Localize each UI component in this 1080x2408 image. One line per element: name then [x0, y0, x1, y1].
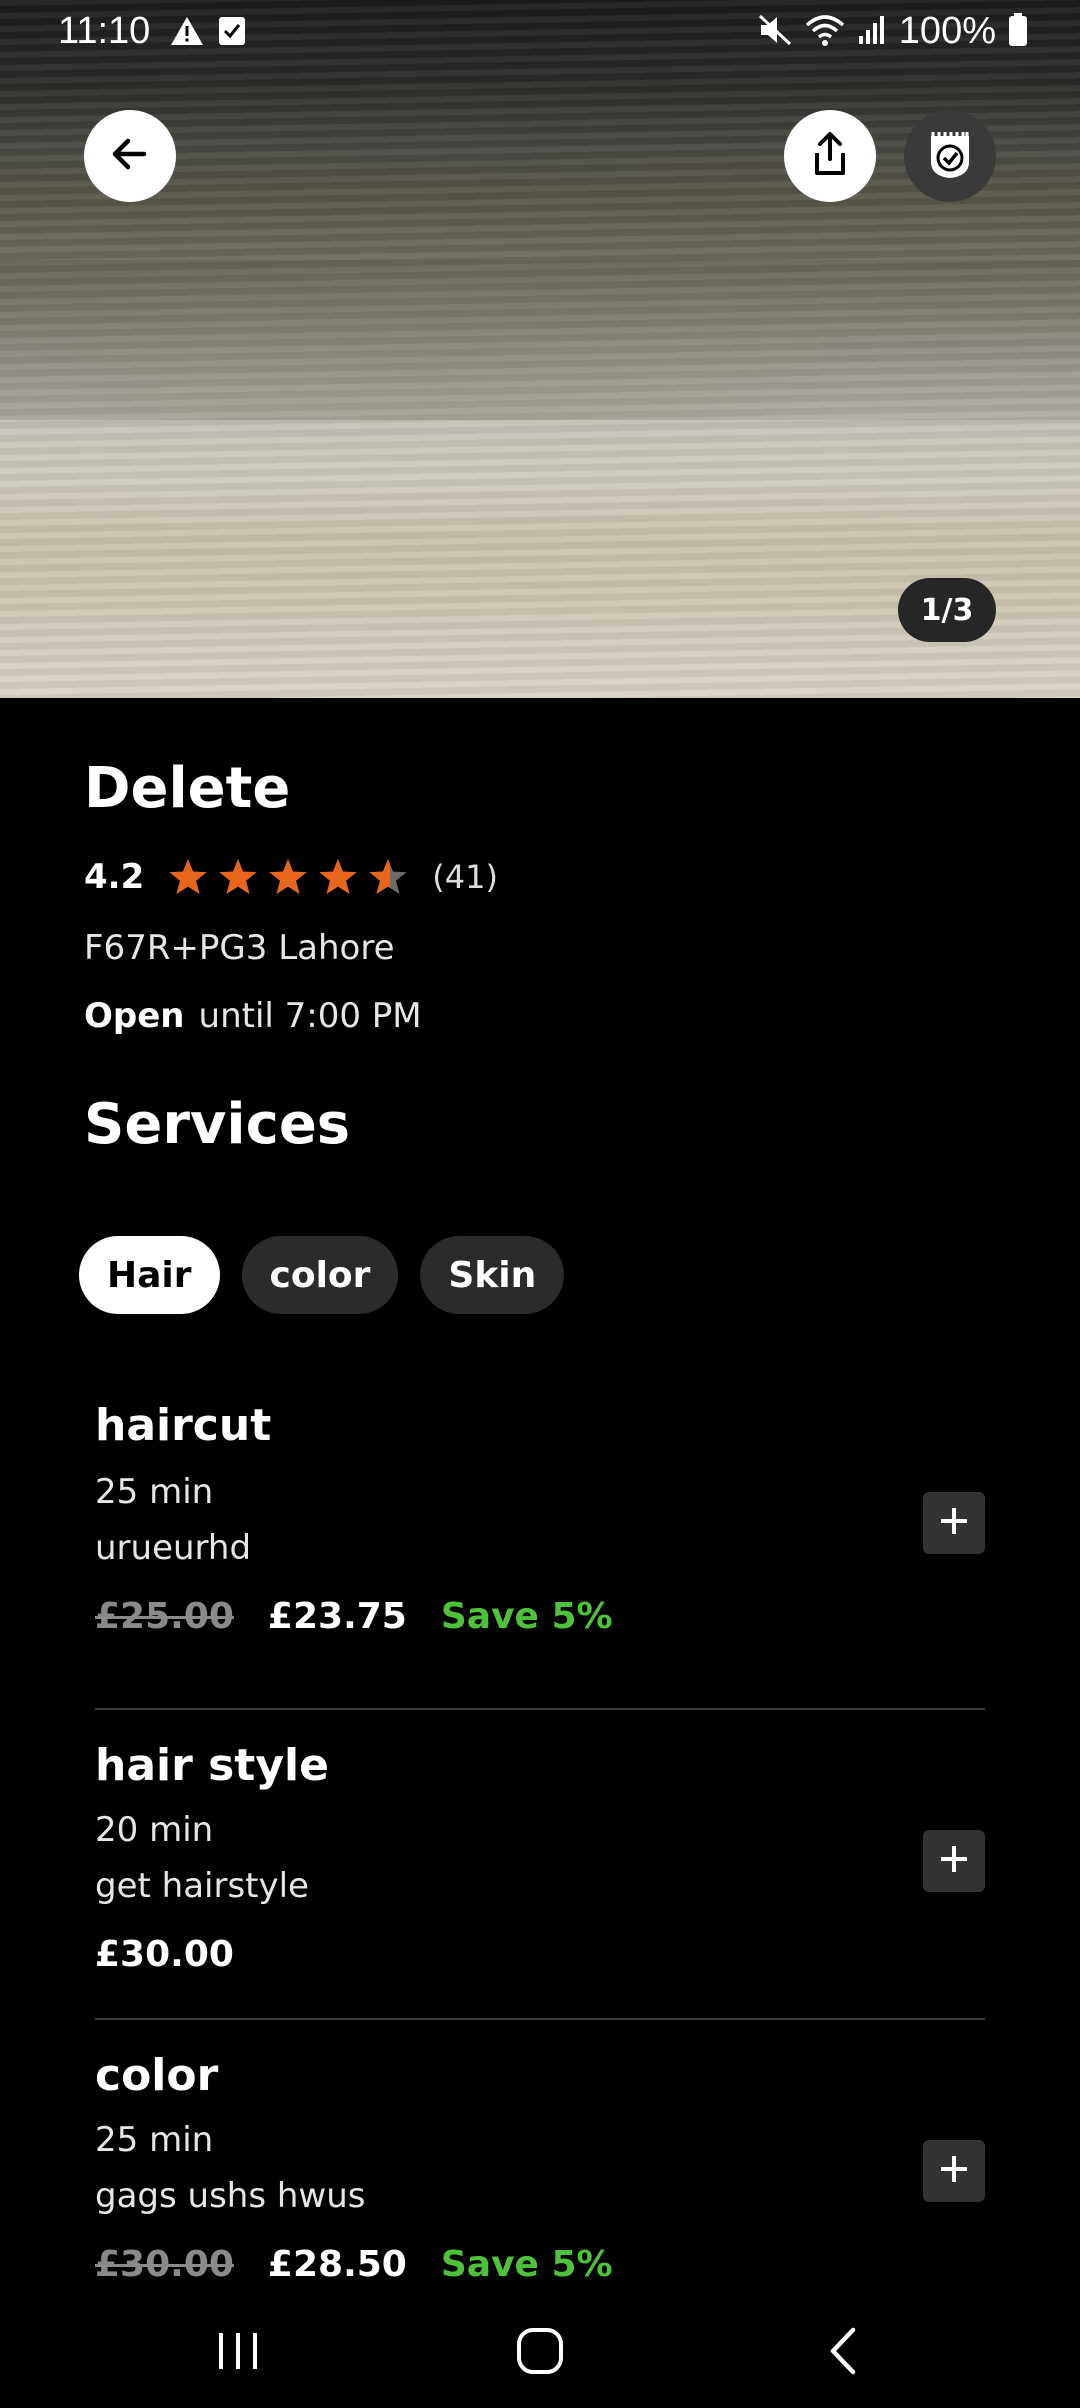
plus-icon	[938, 1505, 970, 1541]
recent-apps-button[interactable]	[198, 2318, 278, 2388]
star-icon	[219, 859, 257, 894]
rating-value: 4.2	[84, 857, 145, 897]
tab-hair[interactable]: Hair	[79, 1236, 220, 1314]
rating-stars	[168, 857, 408, 897]
discounted-price: £23.75	[267, 1596, 407, 1637]
verified-badge-icon	[925, 128, 975, 184]
plus-icon	[938, 1843, 970, 1879]
home-button[interactable]	[500, 2318, 580, 2388]
closing-time: until 7:00 PM	[198, 996, 422, 1036]
original-price: £30.00	[95, 2244, 234, 2285]
service-name: haircut	[95, 1400, 272, 1451]
battery-percentage: 100%	[898, 10, 996, 52]
service-duration: 20 min	[95, 1810, 214, 1850]
tab-color[interactable]: color	[241, 1236, 399, 1314]
add-service-button[interactable]	[923, 1492, 985, 1554]
service-prices: £30.00 £28.50 Save 5%	[95, 2244, 613, 2285]
star-icon	[319, 859, 357, 894]
arrow-left-icon	[108, 132, 152, 180]
rating-count: (41)	[432, 858, 498, 896]
service-price: £30.00	[95, 1934, 234, 1975]
home-icon	[515, 2326, 565, 2380]
service-item[interactable]: haircut 25 min urueurhd £25.00 £23.75 Sa…	[95, 1400, 985, 1708]
discount-label: Save 5%	[440, 2244, 613, 2285]
share-button[interactable]	[784, 110, 876, 202]
checkbox-icon	[218, 16, 246, 50]
service-name: color	[95, 2050, 219, 2101]
plus-icon	[938, 2153, 970, 2189]
service-description: gags ushs hwus	[95, 2176, 366, 2216]
mute-icon	[757, 13, 793, 51]
discounted-price: £28.50	[267, 2244, 407, 2285]
service-duration: 25 min	[95, 2120, 214, 2160]
shop-name: Delete	[84, 756, 291, 821]
service-item[interactable]: hair style 20 min get hairstyle £30.00	[95, 1708, 985, 2018]
service-prices: £30.00	[95, 1934, 268, 1975]
image-counter: 1/3	[898, 578, 996, 642]
star-icon	[369, 859, 407, 894]
back-button[interactable]	[84, 110, 176, 202]
add-service-button[interactable]	[923, 2140, 985, 2202]
service-prices: £25.00 £23.75 Save 5%	[95, 1596, 613, 1637]
star-icon	[269, 859, 307, 894]
service-list: haircut 25 min urueurhd £25.00 £23.75 Sa…	[95, 1400, 985, 2328]
signal-icon	[857, 14, 887, 50]
service-description: get hairstyle	[95, 1866, 309, 1906]
rating-row[interactable]: 4.2 (41)	[84, 852, 498, 902]
original-price: £25.00	[95, 1596, 234, 1637]
discount-label: Save 5%	[440, 1596, 613, 1637]
service-description: urueurhd	[95, 1528, 252, 1568]
shop-address[interactable]: F67R+PG3 Lahore	[84, 928, 395, 968]
navigation-bar	[0, 2300, 1080, 2408]
service-category-tabs: Hair color Skin	[79, 1236, 565, 1314]
battery-icon	[1008, 12, 1028, 51]
add-service-button[interactable]	[923, 1830, 985, 1892]
recent-apps-icon	[213, 2329, 263, 2377]
share-icon	[808, 131, 852, 181]
service-duration: 25 min	[95, 1472, 214, 1512]
services-heading: Services	[84, 1092, 351, 1157]
status-time: 11:10	[58, 10, 151, 52]
status-bar: 11:10 100%	[0, 0, 1080, 68]
opening-hours: Open until 7:00 PM	[84, 996, 422, 1036]
service-item[interactable]: color 25 min gags ushs hwus £30.00 £28.5…	[95, 2018, 985, 2328]
chevron-left-icon	[823, 2326, 863, 2380]
system-back-button[interactable]	[803, 2318, 883, 2388]
verified-badge-button[interactable]	[904, 110, 996, 202]
warning-icon	[170, 16, 204, 50]
star-icon	[169, 859, 207, 894]
tab-skin[interactable]: Skin	[420, 1236, 565, 1314]
wifi-icon	[805, 13, 845, 51]
open-status: Open	[84, 996, 185, 1036]
service-name: hair style	[95, 1740, 329, 1791]
